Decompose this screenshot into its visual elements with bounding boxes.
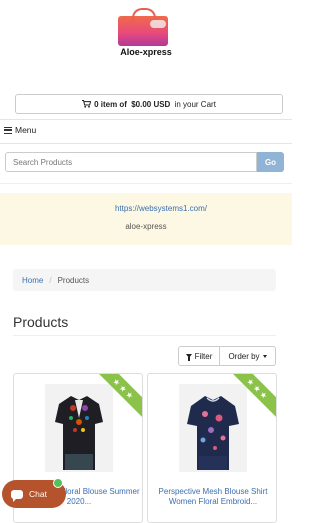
product-image[interactable] bbox=[45, 384, 113, 472]
breadcrumb-separator: / bbox=[49, 275, 52, 285]
divider bbox=[0, 183, 292, 184]
product-image[interactable] bbox=[179, 384, 247, 472]
divider bbox=[0, 143, 292, 144]
filter-button[interactable]: Filter bbox=[178, 346, 220, 366]
online-status-dot bbox=[53, 478, 63, 488]
menu-toggle[interactable]: Menu bbox=[4, 125, 36, 135]
breadcrumb-home[interactable]: Home bbox=[22, 276, 43, 285]
breadcrumb-current: Products bbox=[57, 275, 90, 285]
divider bbox=[0, 119, 292, 120]
chat-bubble-icon bbox=[11, 489, 23, 502]
caret-down-icon bbox=[262, 354, 267, 358]
banner-site-name: aloe-xpress bbox=[125, 222, 167, 231]
site-logo[interactable]: Aloe-xpress bbox=[100, 8, 192, 62]
product-card[interactable]: ★★★ Perspective Mesh Blouse Shirt Women … bbox=[147, 373, 277, 523]
page-title: Products bbox=[13, 314, 69, 330]
search-input[interactable]: Search Products bbox=[5, 152, 257, 172]
menu-label: Menu bbox=[15, 125, 37, 135]
info-banner: https://websystems1.com/ aloe-xpress bbox=[0, 193, 292, 245]
banner-link[interactable]: https://websystems1.com/ bbox=[0, 204, 292, 213]
cart-prefix: 0 item of bbox=[94, 99, 130, 109]
order-by-dropdown[interactable]: Order by bbox=[220, 346, 276, 366]
search-go-button[interactable]: Go bbox=[257, 152, 284, 172]
cart-summary-button[interactable]: 0 item of $0.00 USD in your Cart bbox=[15, 94, 283, 114]
cart-suffix: in your Cart bbox=[172, 99, 216, 109]
divider bbox=[13, 335, 276, 336]
logo-text: Aloe-xpress bbox=[120, 47, 172, 57]
cart-amount: $0.00 USD bbox=[131, 99, 171, 109]
chat-label: Chat bbox=[29, 489, 47, 499]
cart-icon bbox=[82, 100, 92, 108]
filter-icon bbox=[185, 354, 192, 361]
order-by-label: Order by bbox=[228, 351, 260, 361]
breadcrumb: Home / Products bbox=[13, 269, 276, 291]
logo-tag bbox=[150, 20, 166, 28]
product-name[interactable]: Perspective Mesh Blouse Shirt Women Flor… bbox=[150, 487, 276, 507]
filter-label: Filter bbox=[194, 351, 213, 361]
hamburger-icon bbox=[4, 126, 12, 134]
